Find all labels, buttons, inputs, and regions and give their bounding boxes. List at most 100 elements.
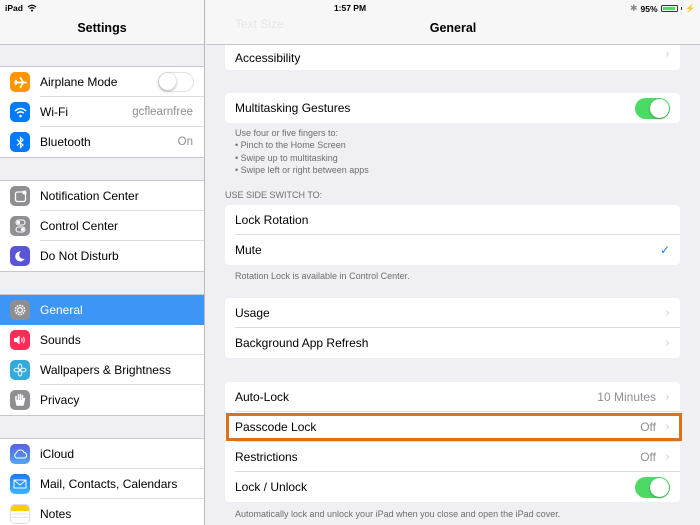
lock-rotation-row[interactable]: Lock Rotation — [225, 205, 680, 235]
auto-lock-label: Auto-Lock — [235, 390, 290, 404]
lock-group: Auto-Lock 10 Minutes › Passcode Lock Off… — [225, 382, 680, 502]
sidebar-group-device: General Sounds Wallpapers & Brightness P… — [0, 294, 204, 416]
sidebar-item-label: Airplane Mode — [40, 75, 118, 89]
sidebar-item-control-center[interactable]: Control Center — [0, 211, 204, 241]
passcode-lock-label: Passcode Lock — [235, 420, 317, 434]
lock-unlock-toggle[interactable] — [635, 476, 670, 498]
toggle-knob — [650, 98, 669, 118]
general-settings-pane: Text Size General Accessibility › Multit… — [206, 0, 700, 525]
sidebar-title: Settings — [77, 21, 127, 35]
sidebar-group-system: Notification Center Control Center Do No… — [0, 180, 204, 272]
sidebar-item-bluetooth[interactable]: Bluetooth On — [0, 127, 204, 157]
footer-line: • Swipe left or right between apps — [235, 164, 369, 175]
sidebar-item-label: Wi-Fi — [40, 105, 68, 119]
restrictions-label: Restrictions — [235, 450, 298, 464]
sidebar-item-label: Wallpapers & Brightness — [40, 363, 171, 377]
lock-rotation-label: Lock Rotation — [235, 213, 309, 227]
sidebar-item-notification-center[interactable]: Notification Center — [0, 181, 204, 211]
settings-sidebar: Settings Airplane Mode Wi-Fi gcflearnfre… — [0, 0, 205, 525]
battery-tip — [680, 7, 683, 10]
flower-icon — [10, 360, 30, 380]
chevron-right-icon: › — [665, 419, 670, 435]
mute-label: Mute — [235, 243, 262, 257]
moon-icon — [10, 246, 30, 266]
wifi-icon — [10, 102, 30, 122]
cloud-icon — [10, 444, 30, 464]
charging-icon: ⚡ — [685, 4, 695, 13]
chevron-right-icon: › — [665, 47, 670, 62]
restrictions-value: Off — [640, 450, 656, 464]
lock-unlock-label: Lock / Unlock — [235, 480, 308, 494]
general-title: General — [429, 21, 477, 35]
usage-label: Usage — [235, 306, 270, 320]
speaker-icon — [10, 330, 30, 350]
bluetooth-status-value: On — [177, 136, 193, 148]
multitasking-footer: Use four or five fingers to: • Pinch to … — [235, 127, 369, 176]
sidebar-item-label: Control Center — [40, 219, 119, 233]
lock-footer: Automatically lock and unlock your iPad … — [235, 509, 561, 519]
hand-icon — [10, 390, 30, 410]
sidebar-item-label: iCloud — [40, 447, 75, 461]
sidebar-item-label: Sounds — [40, 333, 81, 347]
sidebar-item-sounds[interactable]: Sounds — [0, 325, 204, 355]
sidebar-item-icloud[interactable]: iCloud — [0, 439, 204, 469]
airplane-icon — [10, 72, 30, 92]
footer-line: • Pinch to the Home Screen — [235, 140, 346, 151]
multitasking-group: Multitasking Gestures — [225, 93, 680, 123]
sidebar-item-label: Notes — [40, 507, 72, 521]
background-app-refresh-row[interactable]: Background App Refresh › — [225, 328, 680, 358]
multitasking-gestures-toggle[interactable] — [635, 97, 670, 119]
sidebar-item-notes[interactable]: Notes — [0, 499, 204, 525]
bluetooth-icon: ✱ — [629, 3, 638, 13]
lock-unlock-row: Lock / Unlock — [225, 472, 680, 502]
mute-row[interactable]: Mute ✓ — [225, 235, 680, 265]
battery-icon — [660, 5, 678, 12]
notes-icon — [10, 504, 30, 524]
battery-percent: 95% — [640, 3, 658, 14]
notification-center-icon — [10, 186, 30, 206]
passcode-lock-value: Off — [640, 420, 656, 434]
multitasking-gestures-row: Multitasking Gestures — [225, 93, 680, 123]
toggle-knob — [650, 477, 669, 497]
sidebar-item-label: Notification Center — [40, 189, 139, 203]
status-time: 1:57 PM — [333, 3, 367, 13]
side-switch-header: USE SIDE SWITCH TO: — [225, 190, 323, 200]
accessibility-label: Accessibility — [235, 50, 301, 65]
airplane-mode-toggle[interactable] — [158, 72, 194, 92]
usage-group: Usage › Background App Refresh › — [225, 298, 680, 358]
sidebar-item-general[interactable]: General — [0, 295, 204, 325]
auto-lock-row[interactable]: Auto-Lock 10 Minutes › — [225, 382, 680, 412]
sidebar-item-label: Do Not Disturb — [40, 249, 119, 263]
chevron-right-icon: › — [665, 335, 670, 351]
chevron-right-icon: › — [665, 449, 670, 465]
background-app-refresh-label: Background App Refresh — [235, 336, 369, 350]
sidebar-item-wallpapers-brightness[interactable]: Wallpapers & Brightness — [0, 355, 204, 385]
sidebar-item-do-not-disturb[interactable]: Do Not Disturb — [0, 241, 204, 271]
gear-icon — [10, 300, 30, 320]
multitasking-gestures-label: Multitasking Gestures — [235, 101, 351, 115]
control-center-icon — [10, 216, 30, 236]
sidebar-item-wifi[interactable]: Wi-Fi gcflearnfree — [0, 97, 204, 127]
sidebar-item-mail-contacts-calendars[interactable]: Mail, Contacts, Calendars — [0, 469, 204, 499]
toggle-knob — [159, 73, 176, 90]
side-switch-group: Lock Rotation Mute ✓ — [225, 205, 680, 265]
restrictions-row[interactable]: Restrictions Off › — [225, 442, 680, 472]
sidebar-item-label: Privacy — [40, 393, 80, 407]
checkmark-icon: ✓ — [659, 243, 670, 257]
sidebar-group-accounts: iCloud Mail, Contacts, Calendars Notes — [0, 438, 204, 525]
sidebar-item-label: Bluetooth — [40, 135, 91, 149]
footer-line: • Swipe up to multitasking — [235, 152, 338, 163]
status-bar: iPad 1:57 PM ✱ 95% ⚡ — [0, 0, 700, 16]
chevron-right-icon: › — [665, 389, 670, 405]
sidebar-item-privacy[interactable]: Privacy — [0, 385, 204, 415]
footer-line: Use four or five fingers to: — [235, 128, 339, 138]
mail-icon — [10, 474, 30, 494]
bluetooth-icon — [10, 132, 30, 152]
sidebar-item-label: General — [40, 303, 83, 317]
passcode-lock-row[interactable]: Passcode Lock Off › — [225, 412, 680, 442]
side-switch-footer: Rotation Lock is available in Control Ce… — [235, 271, 410, 281]
wifi-network-value: gcflearnfree — [132, 106, 193, 118]
auto-lock-value: 10 Minutes — [597, 390, 656, 404]
usage-row[interactable]: Usage › — [225, 298, 680, 328]
sidebar-item-airplane-mode[interactable]: Airplane Mode — [0, 67, 204, 97]
